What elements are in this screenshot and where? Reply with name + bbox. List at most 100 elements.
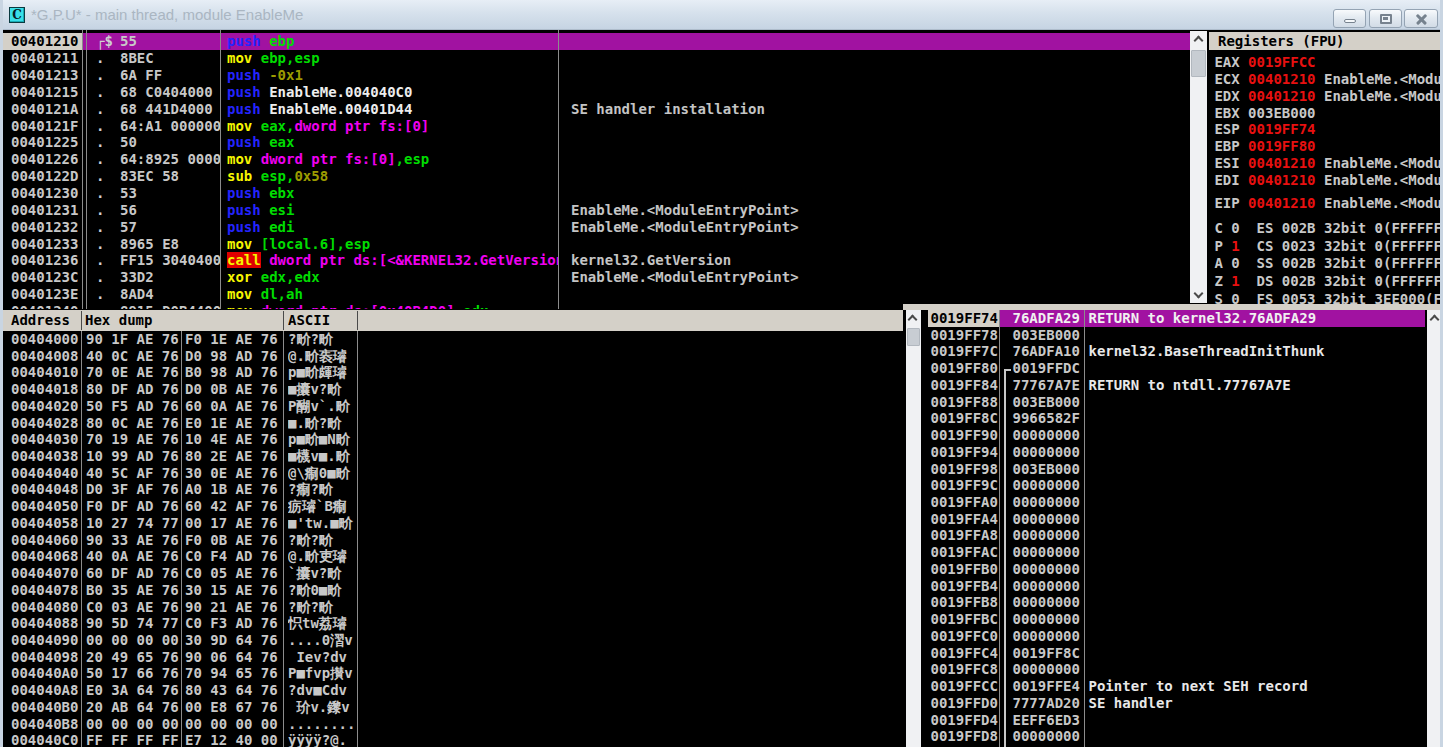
dump-row[interactable]: 0040405810 27 74 7700 17 AE 76■'tw.■畍 bbox=[3, 515, 903, 532]
dump-row[interactable]: 0040407060 DF AD 76C0 05 AE 76`攮v?畍 bbox=[3, 565, 903, 582]
disasm-row[interactable]: 0040121F.64:A1 00000000mov eax,dword ptr… bbox=[3, 118, 1190, 135]
flag-row[interactable]: A 0 SS 002B 32bit 0(FFFFFFFF) bbox=[1212, 255, 1440, 272]
dump-row[interactable]: 0040406840 0A AE 76C0 F4 AD 76@.畍吏璿 bbox=[3, 548, 903, 565]
dump-row[interactable]: 00404080C0 03 AE 7690 21 AE 76?畍?畍 bbox=[3, 599, 903, 616]
dump-row[interactable]: 0040402050 F5 AD 7660 0A AE 76P醐v`.畍 bbox=[3, 398, 903, 415]
disasm-row[interactable]: 0040122D.83EC 58sub esp,0x58 bbox=[3, 168, 1190, 185]
disassembly-pane[interactable]: 00401210┌$55push ebp00401211.8BECmov ebp… bbox=[3, 30, 1190, 309]
stack-row[interactable]: 0019FFB800000000 bbox=[928, 594, 1425, 611]
dump-row[interactable]: 0040404040 5C AF 7630 0E AE 76@\痸0■畍 bbox=[3, 465, 903, 482]
disasm-row[interactable]: 00401211.8BECmov ebp,esp bbox=[3, 50, 1190, 67]
dump-row[interactable]: 0040406090 33 AE 76F0 0B AE 76?畍?畍 bbox=[3, 532, 903, 549]
close-button[interactable] bbox=[1404, 9, 1438, 28]
dump-scrollbar[interactable] bbox=[906, 310, 922, 747]
stack-row[interactable]: 0019FF78003EB000 bbox=[928, 327, 1425, 344]
disasm-row[interactable]: 00401230.53push ebx bbox=[3, 185, 1190, 202]
dump-row[interactable]: 00404050F0 DF AD 7660 42 AF 76疬璿`B痸 bbox=[3, 498, 903, 515]
disasm-row[interactable]: 00401233.8965 E8mov [local.6],esp bbox=[3, 236, 1190, 253]
scroll-down-button[interactable] bbox=[1190, 287, 1207, 303]
minimize-button[interactable] bbox=[1333, 9, 1366, 28]
stack-row[interactable]: 0019FFBC00000000 bbox=[928, 611, 1425, 628]
disasm-row[interactable]: 00401213.6A FFpush -0x1 bbox=[3, 67, 1190, 84]
dump-row[interactable]: 004040C0FF FF FF FFE7 12 40 00ÿÿÿÿ?@. bbox=[3, 732, 903, 747]
stack-row[interactable]: 0019FF7476ADFA29RETURN to kernel32.76ADF… bbox=[928, 310, 1425, 327]
dump-row[interactable]: 004040A8E0 3A 64 7680 43 64 76?dv■Cdv bbox=[3, 682, 903, 699]
stack-row[interactable]: 0019FFB000000000 bbox=[928, 561, 1425, 578]
disasm-row[interactable]: 0040123E.8AD4mov dl,ah bbox=[3, 286, 1190, 303]
register-row[interactable]: EBP 0019FF80 bbox=[1212, 138, 1440, 155]
register-row[interactable]: EIP 00401210 EnableMe.<ModuleEntryPoint> bbox=[1212, 195, 1440, 212]
stack-row[interactable]: 0019FFD07777AD20SE handler bbox=[928, 695, 1425, 712]
registers-pane[interactable]: Registers (FPU) EAX 0019FFCCECX 00401210… bbox=[1209, 30, 1440, 304]
stack-pane[interactable]: 0019FF7476ADFA29RETURN to kernel32.76ADF… bbox=[928, 310, 1425, 747]
stack-row[interactable]: 0019FFA800000000 bbox=[928, 527, 1425, 544]
dump-row[interactable]: 0040401070 0E AE 76B0 98 AD 76p■畍皹璿 bbox=[3, 364, 903, 381]
stack-row[interactable]: 0019FF7C76ADFA10kernel32.BaseThreadInitT… bbox=[928, 343, 1425, 360]
dump-row[interactable]: 004040B020 AB 64 7600 E8 67 76 玠v.鑗v bbox=[3, 699, 903, 716]
stack-row[interactable]: 0019FFC40019FF8C bbox=[928, 645, 1425, 662]
ascii-text: p■畍■N畍 bbox=[288, 431, 357, 448]
stack-row[interactable]: 0019FF8C9966582F bbox=[928, 410, 1425, 427]
disasm-row[interactable]: 0040121A.68 441D4000push EnableMe.00401D… bbox=[3, 101, 1190, 118]
stack-row[interactable]: 0019FFA000000000 bbox=[928, 494, 1425, 511]
dump-address: 00404008 bbox=[11, 348, 78, 365]
dump-row[interactable]: 0040400840 0C AE 76D0 98 AD 76@.畍袠璿 bbox=[3, 348, 903, 365]
flag-row[interactable]: C 0 ES 002B 32bit 0(FFFFFFFF) bbox=[1212, 220, 1440, 237]
flag-row[interactable]: Z 1 DS 002B 32bit 0(FFFFFFFF) bbox=[1212, 273, 1440, 290]
disasm-row[interactable]: 00401210┌$55push ebp bbox=[3, 33, 1190, 50]
stack-row[interactable]: 0019FFB400000000 bbox=[928, 578, 1425, 595]
stack-row[interactable]: 0019FF9C00000000 bbox=[928, 477, 1425, 494]
stack-row[interactable]: 0019FF98003EB000 bbox=[928, 461, 1425, 478]
stack-row[interactable]: 0019FF88003EB000 bbox=[928, 394, 1425, 411]
dump-row[interactable]: 0040409820 49 65 7690 06 64 76 Iev?dv bbox=[3, 649, 903, 666]
disasm-row[interactable]: 0040123C.33D2xor edx,edxEnableMe.<Module… bbox=[3, 269, 1190, 286]
disasm-row[interactable]: 00401225.50push eax bbox=[3, 134, 1190, 151]
hex-dump-pane[interactable]: Address Hex dump ASCII 0040400090 1F AE … bbox=[3, 310, 903, 747]
dump-row[interactable]: 0040409000 00 00 0030 9D 64 76....0漝v bbox=[3, 632, 903, 649]
stack-row[interactable]: 0019FF800019FFDC bbox=[928, 360, 1425, 377]
dump-row[interactable]: 004040A050 17 66 7670 94 65 76P■fvp攅v bbox=[3, 665, 903, 682]
stack-row[interactable]: 0019FF9000000000 bbox=[928, 427, 1425, 444]
flag-row[interactable]: P 1 CS 0023 32bit 0(FFFFFFFF) bbox=[1212, 238, 1440, 255]
dump-row[interactable]: 00404048D0 3F AF 76A0 1B AE 76?痸?畍 bbox=[3, 481, 903, 498]
register-row[interactable]: EDI 00401210 EnableMe.<ModuleEntryPoint> bbox=[1212, 172, 1440, 189]
dump-row[interactable]: 0040402880 0C AE 76E0 1E AE 76■.畍?畍 bbox=[3, 415, 903, 432]
scroll-up-button[interactable] bbox=[1190, 31, 1207, 47]
disasm-scrollbar[interactable] bbox=[1190, 31, 1207, 303]
stack-row[interactable]: 0019FFD4EEFF6ED3 bbox=[928, 712, 1425, 729]
register-row[interactable]: ESI 00401210 EnableMe.<ModuleEntryPoint> bbox=[1212, 155, 1440, 172]
stack-row[interactable]: 0019FF9400000000 bbox=[928, 444, 1425, 461]
register-row[interactable]: EBX 003EB000 bbox=[1212, 105, 1440, 122]
stack-row[interactable]: 0019FFAC00000000 bbox=[928, 544, 1425, 561]
scrollbar-thumb[interactable] bbox=[907, 328, 921, 347]
scrollbar-thumb[interactable] bbox=[1191, 50, 1206, 77]
dump-row[interactable]: 0040401880 DF AD 76D0 0B AE 76■攮v?畍 bbox=[3, 381, 903, 398]
disasm-row[interactable]: 00401215.68 C0404000push EnableMe.004040… bbox=[3, 84, 1190, 101]
stack-row[interactable]: 0019FFC000000000 bbox=[928, 628, 1425, 645]
scroll-up-button[interactable] bbox=[906, 310, 922, 326]
dump-row[interactable]: 0040408890 5D 74 77C0 F3 AD 76怾tw荔璿 bbox=[3, 615, 903, 632]
dump-row[interactable]: 00404078B0 35 AE 7630 15 AE 76?畍0■畍 bbox=[3, 582, 903, 599]
pane-splitter[interactable] bbox=[903, 304, 1443, 311]
disasm-row[interactable]: 00401226.64:8925 00000000mov dword ptr f… bbox=[3, 151, 1190, 168]
flag-row[interactable]: S 0 FS 0053 32bit 3EE000(FFFFFFFF) bbox=[1212, 291, 1440, 304]
register-row[interactable]: ESP 0019FF74 bbox=[1212, 121, 1440, 138]
dump-row[interactable]: 0040403810 99 AD 7680 2E AE 76■櫗v■.畍 bbox=[3, 448, 903, 465]
stack-row[interactable]: 0019FF8477767A7ERETURN to ntdll.77767A7E bbox=[928, 377, 1425, 394]
register-row[interactable]: ECX 00401210 EnableMe.<ModuleEntryPoint> bbox=[1212, 71, 1440, 88]
disasm-row[interactable]: 00401236.FF15 30404000call dword ptr ds:… bbox=[3, 252, 1190, 269]
dump-row[interactable]: 004040B800 00 00 0000 00 00 00........ bbox=[3, 716, 903, 733]
disasm-row[interactable]: 00401232.57push ediEnableMe.<ModuleEntry… bbox=[3, 219, 1190, 236]
register-row[interactable]: EDX 00401210 EnableMe.<ModuleEntryPoint> bbox=[1212, 88, 1440, 105]
disasm-row[interactable]: 00401231.56push esiEnableMe.<ModuleEntry… bbox=[3, 202, 1190, 219]
stack-row[interactable]: 0019FFD800000000 bbox=[928, 728, 1425, 745]
restore-button[interactable] bbox=[1369, 9, 1402, 28]
dump-row[interactable]: 0040400090 1F AE 76F0 1E AE 76?畍?畍 bbox=[3, 331, 903, 348]
analysis-mark: ┌$ bbox=[96, 33, 113, 50]
dump-row[interactable]: 0040403070 19 AE 7610 4E AE 76p■畍■N畍 bbox=[3, 431, 903, 448]
register-row[interactable]: EAX 0019FFCC bbox=[1212, 54, 1440, 71]
stack-row[interactable]: 0019FFCC0019FFE4Pointer to next SEH reco… bbox=[928, 678, 1425, 695]
dump-header-address: Address bbox=[11, 310, 70, 331]
stack-row[interactable]: 0019FFC800000000 bbox=[928, 661, 1425, 678]
stack-row[interactable]: 0019FFA400000000 bbox=[928, 511, 1425, 528]
